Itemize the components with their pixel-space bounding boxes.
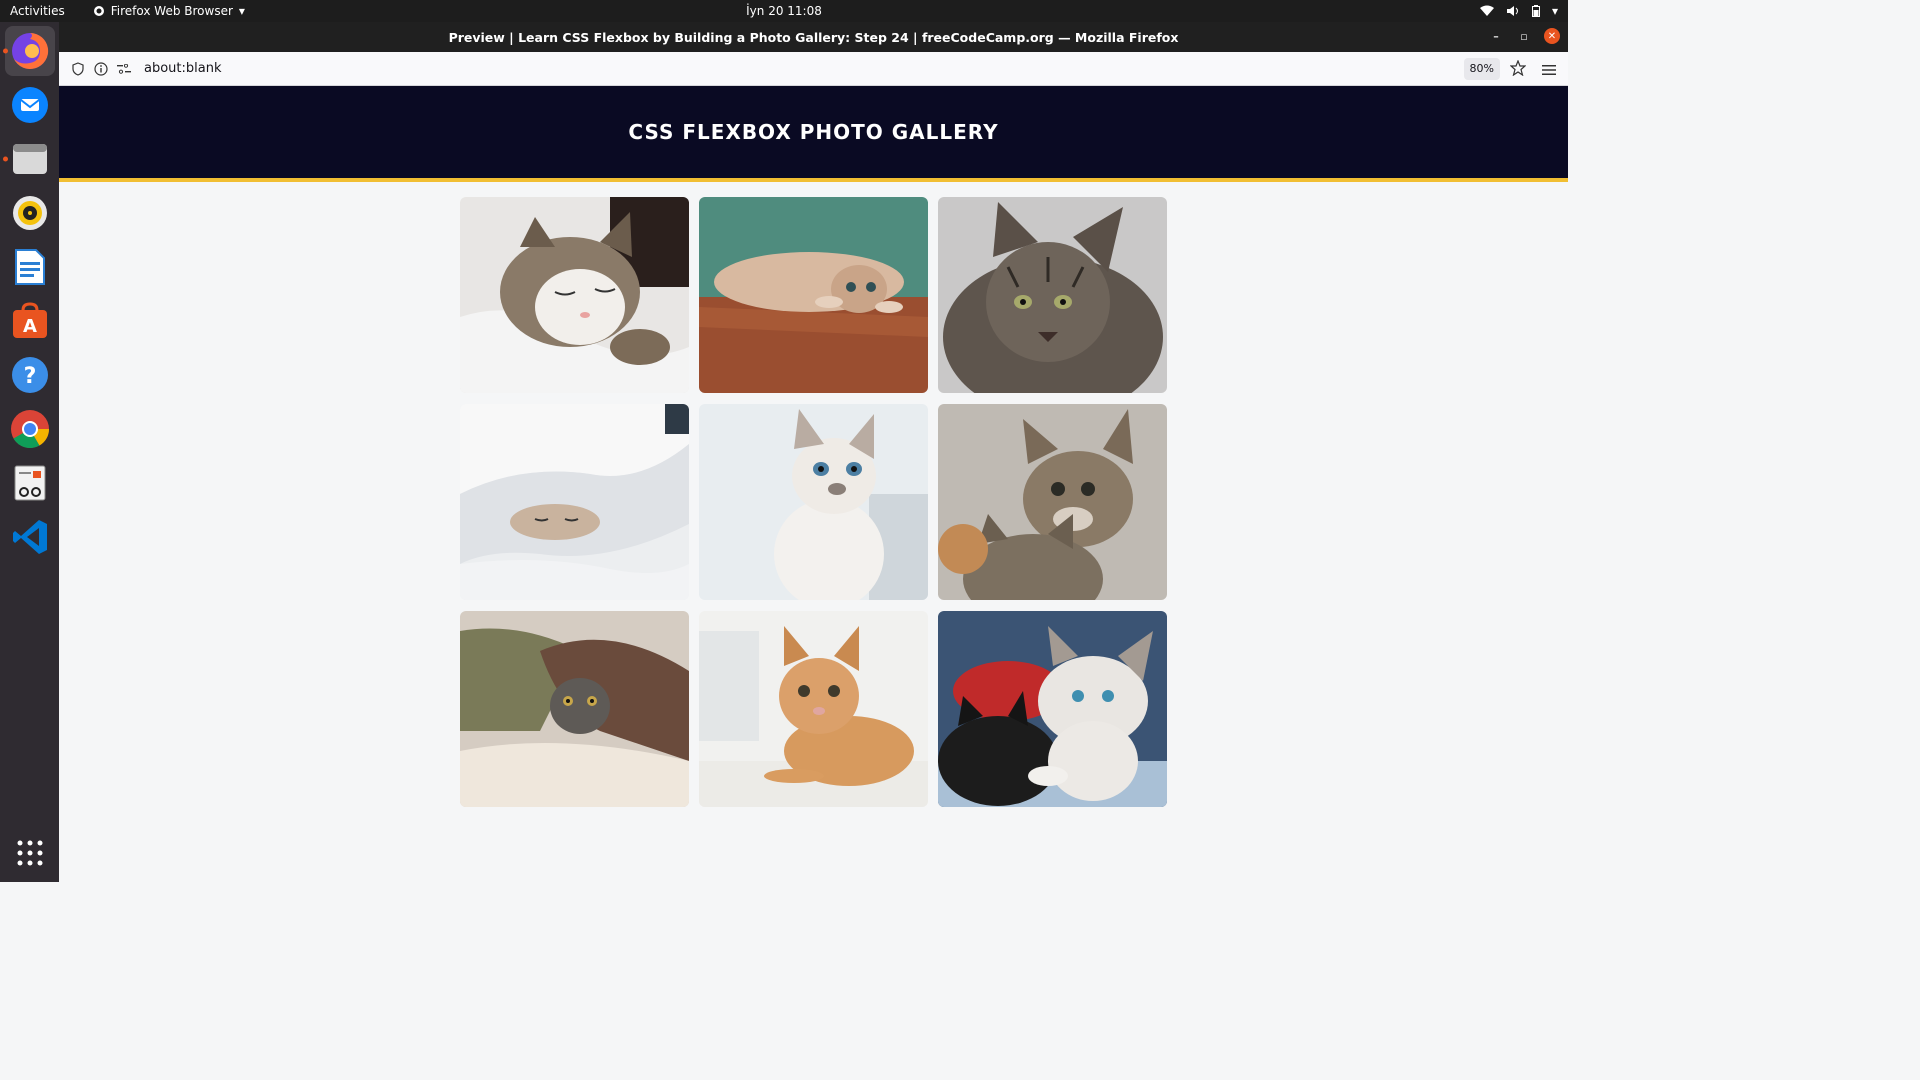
restore-button[interactable]: ▫ bbox=[1516, 28, 1532, 44]
gallery-photo-cat-under-rug bbox=[460, 611, 689, 807]
dock-thunderbird[interactable] bbox=[5, 80, 55, 130]
zoom-level-button[interactable]: 80% bbox=[1463, 58, 1500, 80]
navigation-toolbar: about:blank 80% bbox=[59, 52, 1568, 86]
system-top-bar: Activities Firefox Web Browser ▾ İyn 20 … bbox=[0, 0, 1568, 22]
gallery-photo-tabby-cat bbox=[938, 197, 1167, 393]
window-title: Preview | Learn CSS Flexbox by Building … bbox=[448, 29, 1179, 45]
activities-button[interactable]: Activities bbox=[0, 4, 75, 18]
system-tray[interactable]: ▾ bbox=[1479, 4, 1558, 18]
thunderbird-icon bbox=[11, 87, 48, 123]
gallery-photo-sleeping-cat bbox=[460, 197, 689, 393]
permissions-icon[interactable] bbox=[115, 60, 133, 78]
url-bar[interactable]: about:blank bbox=[144, 61, 222, 76]
firefox-icon bbox=[11, 32, 48, 69]
gallery-photo-two-kittens bbox=[938, 611, 1167, 807]
wifi-icon bbox=[1479, 5, 1494, 16]
help-icon: ? bbox=[11, 357, 48, 393]
volume-icon bbox=[1506, 6, 1518, 16]
clock[interactable]: İyn 20 11:08 bbox=[746, 4, 822, 18]
gallery-photo-cat-on-floor bbox=[699, 197, 928, 393]
bookmark-star-icon[interactable] bbox=[1509, 59, 1527, 80]
chevron-down-icon: ▾ bbox=[1551, 4, 1558, 18]
dock-help[interactable]: ? bbox=[5, 350, 55, 400]
browser-window: Preview | Learn CSS Flexbox by Building … bbox=[59, 22, 1568, 882]
apps-grid-icon bbox=[17, 840, 42, 866]
dock-chrome[interactable] bbox=[5, 404, 55, 454]
close-button[interactable]: ✕ bbox=[1544, 28, 1560, 44]
dock-reader[interactable] bbox=[5, 458, 55, 508]
site-info-icon[interactable] bbox=[92, 60, 110, 78]
writer-icon bbox=[14, 249, 45, 285]
page-content: CSS FLEXBOX PHOTO GALLERY bbox=[59, 86, 1568, 882]
dock-rhythmbox[interactable] bbox=[5, 188, 55, 238]
tracking-protection-icon[interactable] bbox=[69, 60, 87, 78]
gallery-photo-white-kitten bbox=[699, 404, 928, 600]
page-title: CSS FLEXBOX PHOTO GALLERY bbox=[628, 120, 999, 144]
vscode-icon bbox=[12, 520, 47, 554]
app-menu[interactable]: Firefox Web Browser ▾ bbox=[93, 4, 245, 18]
minimize-button[interactable]: – bbox=[1488, 28, 1504, 44]
dock-firefox[interactable] bbox=[2, 26, 55, 76]
gallery-photo-kitten-under-blanket bbox=[460, 404, 689, 600]
window-controls: – ▫ ✕ bbox=[1488, 28, 1560, 44]
battery-icon bbox=[1531, 5, 1540, 17]
svg-text:?: ? bbox=[23, 364, 36, 389]
files-icon bbox=[12, 144, 47, 174]
show-applications-button[interactable] bbox=[17, 840, 43, 870]
chevron-down-icon: ▾ bbox=[238, 4, 245, 18]
document-viewer-icon bbox=[14, 465, 45, 501]
hamburger-menu-icon[interactable] bbox=[1542, 61, 1556, 80]
dock-files[interactable] bbox=[2, 134, 55, 184]
software-store-icon: A bbox=[12, 302, 47, 338]
dock: A ? bbox=[0, 22, 59, 882]
running-indicator bbox=[2, 156, 8, 162]
svg-text:A: A bbox=[23, 316, 37, 337]
running-indicator bbox=[2, 48, 8, 54]
dock-software[interactable]: A bbox=[5, 296, 55, 346]
gallery-photo-tabby-kittens bbox=[938, 404, 1167, 600]
dock-vscode[interactable] bbox=[5, 512, 55, 562]
firefox-small-icon bbox=[93, 6, 104, 16]
gallery-header: CSS FLEXBOX PHOTO GALLERY bbox=[59, 86, 1568, 182]
gallery-photo-orange-kitten bbox=[699, 611, 928, 807]
window-titlebar[interactable]: Preview | Learn CSS Flexbox by Building … bbox=[59, 22, 1568, 52]
dock-writer[interactable] bbox=[5, 242, 55, 292]
app-menu-label: Firefox Web Browser bbox=[110, 4, 233, 18]
chrome-icon bbox=[10, 410, 49, 449]
photo-gallery bbox=[460, 197, 1168, 807]
rhythmbox-icon bbox=[12, 196, 47, 230]
